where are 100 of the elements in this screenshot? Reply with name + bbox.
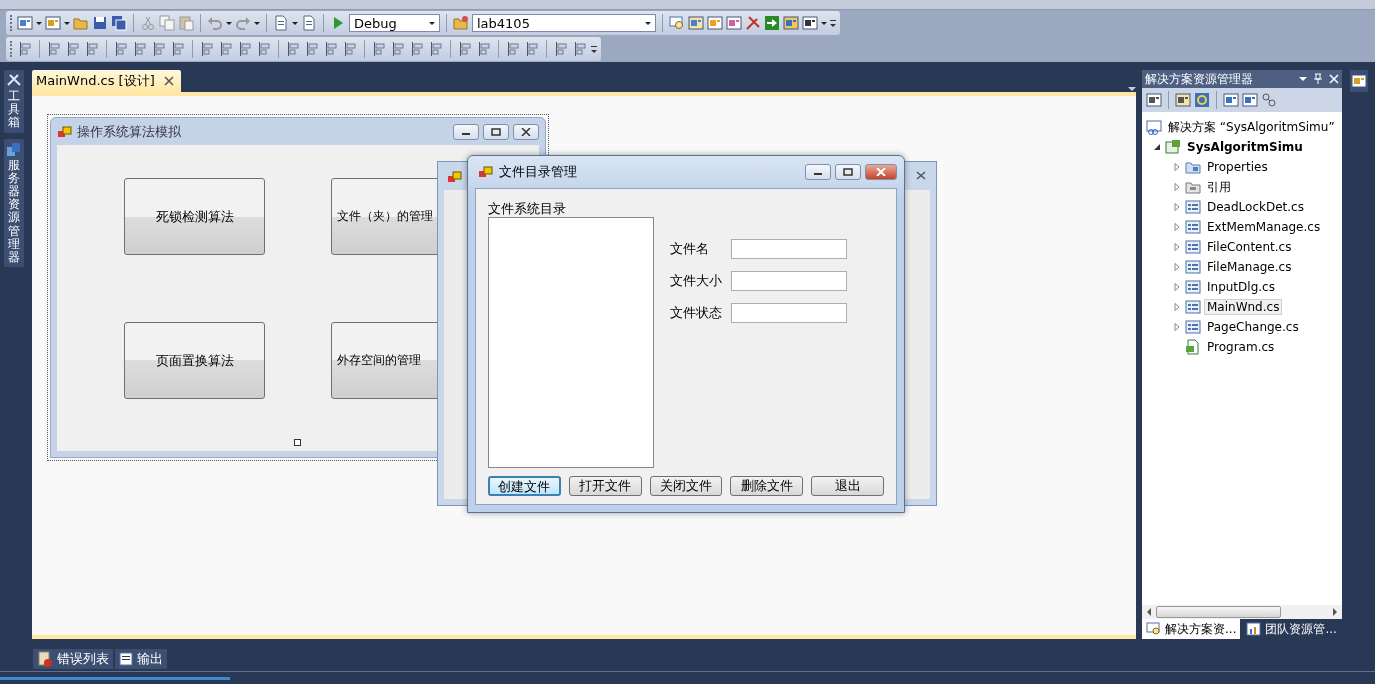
command-window-icon[interactable] bbox=[802, 15, 818, 31]
algorithm-button[interactable]: 页面置换算法 bbox=[124, 322, 265, 399]
document-tab[interactable]: MainWnd.cs [设计] bbox=[32, 70, 181, 92]
configuration-dropdown[interactable]: Debug bbox=[349, 14, 440, 32]
alignment-icon[interactable] bbox=[170, 41, 186, 57]
expanded-arrow-icon[interactable] bbox=[1153, 143, 1161, 151]
object-browser-icon[interactable] bbox=[707, 15, 723, 31]
tree-item[interactable]: DeadLockDet.cs bbox=[1204, 199, 1307, 215]
file-action-button[interactable]: 删除文件 bbox=[730, 476, 804, 496]
algorithm-button[interactable]: 死锁检测算法 bbox=[124, 178, 265, 255]
tree-item[interactable]: ExtMemManage.cs bbox=[1204, 219, 1324, 235]
alignment-icon[interactable] bbox=[151, 41, 167, 57]
alignment-icon[interactable] bbox=[371, 41, 387, 57]
tree-item[interactable]: PageChange.cs bbox=[1204, 319, 1302, 335]
caret-icon[interactable] bbox=[64, 19, 70, 27]
collapsed-arrow-icon[interactable] bbox=[1173, 223, 1181, 231]
alignment-icon[interactable] bbox=[457, 41, 473, 57]
startup-project-dropdown[interactable]: lab4105 bbox=[472, 14, 656, 32]
scroll-right-icon[interactable] bbox=[1332, 608, 1338, 616]
save-icon[interactable] bbox=[92, 15, 108, 31]
input-field[interactable] bbox=[731, 271, 847, 291]
tree-item[interactable]: FileManage.cs bbox=[1204, 259, 1295, 275]
alignment-icon[interactable] bbox=[524, 41, 540, 57]
tree-item[interactable]: 引用 bbox=[1204, 177, 1234, 197]
alignment-icon[interactable] bbox=[304, 41, 320, 57]
input-field[interactable] bbox=[731, 303, 847, 323]
collapsed-arrow-icon[interactable] bbox=[1173, 243, 1181, 251]
dropdown-arrow-icon[interactable] bbox=[1299, 76, 1307, 82]
caret-icon[interactable] bbox=[36, 19, 42, 27]
caret-icon[interactable] bbox=[292, 19, 298, 27]
caret-icon[interactable] bbox=[226, 19, 232, 27]
properties-window-icon[interactable] bbox=[688, 15, 704, 31]
overflow-icon[interactable] bbox=[591, 44, 597, 54]
tree-item[interactable]: SysAlgoritmSimu bbox=[1184, 139, 1306, 155]
tree-item[interactable]: MainWnd.cs bbox=[1204, 299, 1283, 315]
class-diagram-icon[interactable] bbox=[1261, 92, 1277, 108]
minimize-button[interactable] bbox=[805, 164, 831, 180]
tree-item[interactable]: Program.cs bbox=[1204, 339, 1278, 355]
alignment-icon[interactable] bbox=[553, 41, 569, 57]
caret-icon[interactable] bbox=[645, 19, 651, 27]
side-tab[interactable]: 工具箱 bbox=[4, 70, 24, 133]
alignment-icon[interactable] bbox=[65, 41, 81, 57]
maximize-button[interactable] bbox=[835, 164, 861, 180]
minimize-button[interactable] bbox=[453, 123, 479, 140]
alignment-icon[interactable] bbox=[113, 41, 129, 57]
bottom-tab[interactable]: 错误列表 bbox=[33, 649, 113, 669]
view-designer-icon[interactable] bbox=[1242, 92, 1258, 108]
tree-item[interactable]: 解决方案 “SysAlgoritmSimu” bbox=[1165, 117, 1338, 137]
dropdown-arrow-icon[interactable] bbox=[1128, 87, 1136, 92]
alignment-icon[interactable] bbox=[476, 41, 492, 57]
alignment-icon[interactable] bbox=[218, 41, 234, 57]
tree-item[interactable]: FileContent.cs bbox=[1204, 239, 1295, 255]
alignment-icon[interactable] bbox=[237, 41, 253, 57]
alignment-icon[interactable] bbox=[505, 41, 521, 57]
collapsed-arrow-icon[interactable] bbox=[1173, 303, 1181, 311]
alignment-icon[interactable] bbox=[390, 41, 406, 57]
bottom-tab[interactable]: 输出 bbox=[115, 649, 167, 669]
show-all-files-icon[interactable] bbox=[1175, 92, 1191, 108]
alignment-icon[interactable] bbox=[256, 41, 272, 57]
alignment-icon[interactable] bbox=[84, 41, 100, 57]
alignment-icon[interactable] bbox=[285, 41, 301, 57]
file-action-button[interactable]: 关闭文件 bbox=[649, 476, 723, 496]
alignment-icon[interactable] bbox=[323, 41, 339, 57]
collapsed-arrow-icon[interactable] bbox=[1173, 283, 1181, 291]
alignment-icon[interactable] bbox=[46, 41, 62, 57]
panel-tab[interactable]: 解决方案资... bbox=[1142, 619, 1241, 639]
scrollbar-thumb[interactable] bbox=[1156, 606, 1281, 618]
maximize-button[interactable] bbox=[483, 123, 509, 140]
alignment-icon[interactable] bbox=[132, 41, 148, 57]
close-icon[interactable] bbox=[162, 75, 175, 87]
scroll-left-icon[interactable] bbox=[1146, 608, 1152, 616]
caret-icon[interactable] bbox=[254, 19, 260, 27]
collapsed-arrow-icon[interactable] bbox=[1173, 163, 1181, 171]
panel-tab[interactable]: 团队资源管... bbox=[1242, 619, 1341, 639]
collapsed-arrow-icon[interactable] bbox=[1173, 323, 1181, 331]
new-project-icon[interactable] bbox=[17, 15, 33, 31]
alignment-icon[interactable] bbox=[342, 41, 358, 57]
tree-item[interactable]: Properties bbox=[1204, 159, 1271, 175]
collapsed-arrow-icon[interactable] bbox=[1173, 263, 1181, 271]
collapsed-arrow-icon[interactable] bbox=[1173, 183, 1181, 191]
side-tab[interactable]: 服务器资源管理器 bbox=[4, 138, 24, 268]
caret-icon[interactable] bbox=[821, 19, 827, 27]
overflow-icon[interactable] bbox=[830, 18, 836, 28]
caret-icon[interactable] bbox=[429, 19, 435, 27]
resize-handle[interactable] bbox=[294, 439, 301, 446]
file-action-button[interactable]: 创建文件 bbox=[488, 476, 561, 496]
file-action-button[interactable]: 打开文件 bbox=[568, 476, 642, 496]
view-code-icon[interactable] bbox=[1223, 92, 1239, 108]
alignment-icon[interactable] bbox=[572, 41, 588, 57]
pin-icon[interactable] bbox=[1313, 73, 1323, 85]
alignment-icon[interactable] bbox=[409, 41, 425, 57]
toolbox-window-icon[interactable] bbox=[783, 15, 799, 31]
collapsed-arrow-icon[interactable] bbox=[1173, 203, 1181, 211]
folder-icon[interactable] bbox=[453, 15, 469, 31]
horizontal-scrollbar[interactable] bbox=[1142, 605, 1342, 619]
alignment-icon[interactable] bbox=[17, 41, 33, 57]
close-button[interactable] bbox=[513, 123, 539, 140]
alignment-icon[interactable] bbox=[428, 41, 444, 57]
properties-icon[interactable] bbox=[1146, 92, 1162, 108]
tree-item[interactable]: InputDlg.cs bbox=[1204, 279, 1278, 295]
